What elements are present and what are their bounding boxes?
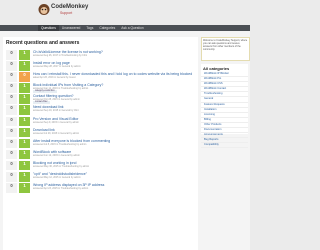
answer-count: 1 bbox=[19, 149, 30, 160]
question-row: 0 1 Contact filtering question? answered Oc… bbox=[6, 94, 196, 105]
logo-text: CodeMonkey bbox=[51, 4, 89, 10]
answer-number: 1 bbox=[23, 50, 26, 55]
answer-number: 0 bbox=[23, 72, 26, 78]
categories-title: All categories bbox=[203, 66, 230, 71]
vote-count: 0 bbox=[6, 172, 17, 182]
answer-count: 1 bbox=[19, 172, 30, 182]
answer-number: 1 bbox=[23, 172, 26, 178]
vote-count: 0 bbox=[6, 94, 17, 104]
question-row: 0 1 Need download link answered Sep 19, 201… bbox=[6, 105, 196, 116]
question-meta: answered May 12, 2015 in General by admi… bbox=[33, 176, 81, 180]
sidebar: Welcome to CodeMonkey Support, where you… bbox=[201, 37, 250, 149]
question-row: 0 1 After install everyone is blocked from… bbox=[6, 138, 196, 150]
vote-number: 0 bbox=[10, 105, 13, 111]
question-meta: answered Apr 23, 2015 in Troubleshooting… bbox=[33, 187, 89, 191]
answer-count: 1 bbox=[19, 94, 30, 104]
question-row: 0 1 Block individual IPs from Visiting a C… bbox=[6, 83, 196, 94]
answer-count: 1 bbox=[19, 116, 30, 127]
vote-number: 0 bbox=[10, 83, 13, 89]
vote-number: 0 bbox=[10, 138, 13, 144]
logo-subtitle: Support bbox=[60, 11, 73, 15]
category-list: WordBlock IP Blocker WordBlock Pro WordBlo… bbox=[201, 72, 248, 149]
vote-count: 0 bbox=[6, 83, 17, 93]
monkey-icon bbox=[38, 4, 50, 15]
answer-number: 1 bbox=[23, 94, 26, 100]
question-meta: answered Jul 29, 2015 in General by admi… bbox=[33, 131, 80, 135]
site-logo[interactable]: CodeMonkey Support bbox=[38, 2, 98, 22]
vote-number: 0 bbox=[10, 61, 13, 67]
category-link[interactable]: Compatibility bbox=[201, 143, 248, 149]
vote-count: 0 bbox=[6, 116, 17, 127]
question-row: 0 1 Blocking not working in ipnd answered M… bbox=[6, 160, 196, 172]
question-meta: answered Jun 12, 2015 in General by admi… bbox=[33, 153, 80, 157]
answer-number: 1 bbox=[23, 149, 26, 155]
question-meta: answered Jan 11, 2016 in Troubleshooting… bbox=[33, 87, 89, 91]
answer-number: 1 bbox=[23, 138, 26, 144]
answer-number: 1 bbox=[23, 116, 26, 122]
vote-count: 0 bbox=[6, 105, 17, 115]
answer-count: 1 bbox=[19, 61, 30, 71]
vote-count: 0 bbox=[6, 50, 17, 60]
welcome-box: Welcome to CodeMonkey Support, where you… bbox=[201, 37, 250, 61]
question-meta: answered Oct 28, 2015 in General by admi… bbox=[33, 98, 80, 102]
vote-number: 0 bbox=[10, 116, 13, 122]
answer-number: 1 bbox=[23, 61, 26, 67]
question-row: 0 1 Install error on log page answered May … bbox=[6, 61, 196, 72]
question-meta: answered Sep 19, 2015 in General by Clin… bbox=[33, 109, 79, 113]
answer-count: 1 bbox=[19, 183, 30, 193]
vote-number: 0 bbox=[10, 72, 13, 78]
answer-number: 1 bbox=[23, 127, 26, 133]
site-header: CodeMonkey Support bbox=[0, 0, 250, 25]
answer-count: 1 bbox=[19, 105, 30, 115]
vote-count: 0 bbox=[6, 72, 17, 82]
vote-number: 0 bbox=[10, 127, 13, 133]
answer-count: 0 bbox=[19, 72, 30, 82]
vote-number: 0 bbox=[10, 172, 13, 178]
question-row: 0 0 How can i reinstall this. I never down… bbox=[6, 72, 196, 83]
answer-number: 1 bbox=[23, 83, 26, 89]
vote-count: 0 bbox=[6, 149, 17, 160]
vote-number: 0 bbox=[10, 94, 13, 100]
question-tag[interactable]: category-restriction bbox=[33, 90, 57, 94]
answer-count: 1 bbox=[19, 127, 30, 138]
vote-number: 0 bbox=[10, 160, 13, 166]
vote-number: 0 bbox=[10, 183, 13, 189]
vote-count: 0 bbox=[6, 160, 17, 171]
answer-number: 1 bbox=[23, 105, 26, 111]
question-meta: answered May 28, 2017 in General by admi… bbox=[33, 65, 81, 69]
vote-count: 0 bbox=[6, 138, 17, 149]
question-meta: answered Jul 8, 2015 in Troubleshooting … bbox=[33, 142, 87, 146]
vote-count: 0 bbox=[6, 183, 17, 193]
question-meta: answered Aug 26, 2017 in Troubleshooting… bbox=[33, 54, 87, 57]
answer-number: 1 bbox=[23, 183, 26, 189]
question-meta: answered Sep 9, 2015 in General by admin bbox=[33, 120, 79, 124]
question-meta: asked Apr 26, 2016 in General by Guest bbox=[33, 76, 76, 80]
page-title: Recent questions and answers bbox=[6, 40, 80, 46]
question-row: 0 1 Pro Version and Visual Editor answered … bbox=[6, 116, 196, 128]
question-list: 0 1 Ch.IsValidLicense the license is not w… bbox=[6, 50, 196, 194]
question-row: 0 1 "cpit" and "destroldistudisbridence" an… bbox=[6, 172, 196, 183]
question-tag[interactable]: contact-filter bbox=[33, 101, 50, 105]
answer-count: 1 bbox=[19, 50, 30, 60]
categories-box: All categories WordBlock IP Blocker WordB… bbox=[201, 64, 248, 149]
answer-number: 1 bbox=[23, 160, 26, 166]
question-row: 0 1 WordBlock with software answered Jun 12… bbox=[6, 149, 196, 161]
vote-number: 0 bbox=[10, 50, 13, 55]
question-row: 0 1 Download link answered Jul 29, 2015 in … bbox=[6, 127, 196, 139]
question-row: 0 1 Ch.IsValidLicense the license is not w… bbox=[6, 50, 196, 61]
questions-panel: Recent questions and answers 0 1 Ch.IsVali… bbox=[3, 37, 198, 250]
answer-count: 1 bbox=[19, 83, 30, 93]
question-row: 0 1 Wrong IP address displayed on 3P IP ad… bbox=[6, 183, 196, 194]
question-meta: answered May 30, 2015 in Troubleshooting… bbox=[33, 164, 90, 168]
vote-count: 0 bbox=[6, 61, 17, 71]
vote-count: 0 bbox=[6, 127, 17, 138]
answer-count: 1 bbox=[19, 160, 30, 171]
answer-count: 1 bbox=[19, 138, 30, 149]
vote-number: 0 bbox=[10, 149, 13, 155]
